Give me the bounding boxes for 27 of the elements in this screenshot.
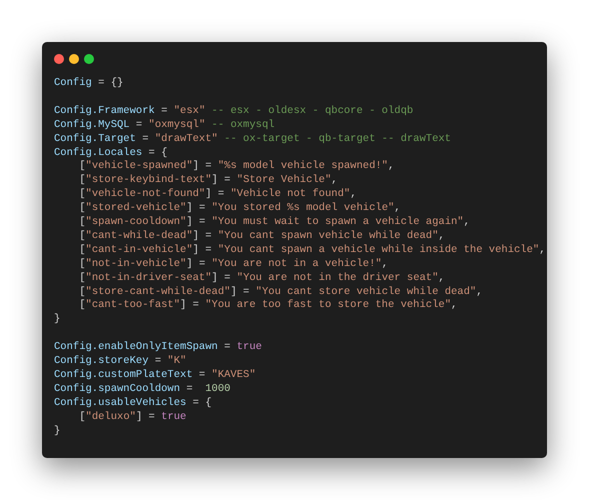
code-line: ["spawn-cooldown"] = "You must wait to spawn a vehicle again", [78, 216, 470, 230]
code-line: ["store-cant-while-dead"] = "You cant store vehicle while dead", [78, 286, 483, 299]
code-line: Config.storeKey = "K" [54, 355, 186, 369]
close-icon[interactable] [54, 54, 64, 64]
code-line: Config.enableOnlyItemSpawn = true [54, 341, 262, 355]
code-line: Config.spawnCooldown = 1000 [54, 382, 230, 397]
code-line: } [54, 424, 60, 439]
code-line: ["not-in-vehicle"] = "You are not in a vehicle!", [78, 258, 388, 272]
code-line: Config.customPlateText = "KAVES" [54, 369, 256, 383]
code-line: ["vehicle-not-found"] = "Vehicle not found", [78, 188, 357, 202]
code-line: ["vehicle-spawned"] = "%s model vehicle spawned!", [78, 160, 394, 174]
maximize-icon[interactable] [84, 54, 94, 64]
code-line: ["stored-vehicle"] = "You stored %s model vehicle", [78, 202, 401, 216]
code-line: Config = {} [54, 77, 124, 91]
code-line: Config.usableVehicles = { [54, 396, 212, 411]
code-line: ["not-in-driver-seat"] = "You are not in the driver seat", [78, 272, 445, 286]
code-line: Config.Target = "drawText" -- ox-target - qb-target -- drawText [54, 132, 451, 147]
code-line: ["cant-in-vehicle"] = "You cant spawn a vehicle while inside the vehicle", [78, 244, 546, 258]
code-line: } [54, 313, 60, 328]
code-line: Config.MySQL = "oxmysql" -- oxmysql [54, 118, 275, 133]
minimize-icon[interactable] [69, 54, 79, 64]
code-line: Config.Locales = { [54, 146, 168, 160]
code-line: ["cant-while-dead"] = "You cant spawn vehicle while dead", [78, 230, 445, 244]
code-line: ["deluxo"] = true [78, 410, 186, 425]
code-line: Config.Framework = "esx" -- esx - oldesx - qbcore - oldqb [54, 104, 414, 119]
code-line: ["cant-too-fast"] = "You are too fast to store the vehicle", [78, 299, 458, 314]
code-line: ["store-keybind-text"] = "Store Vehicle", [78, 174, 338, 188]
